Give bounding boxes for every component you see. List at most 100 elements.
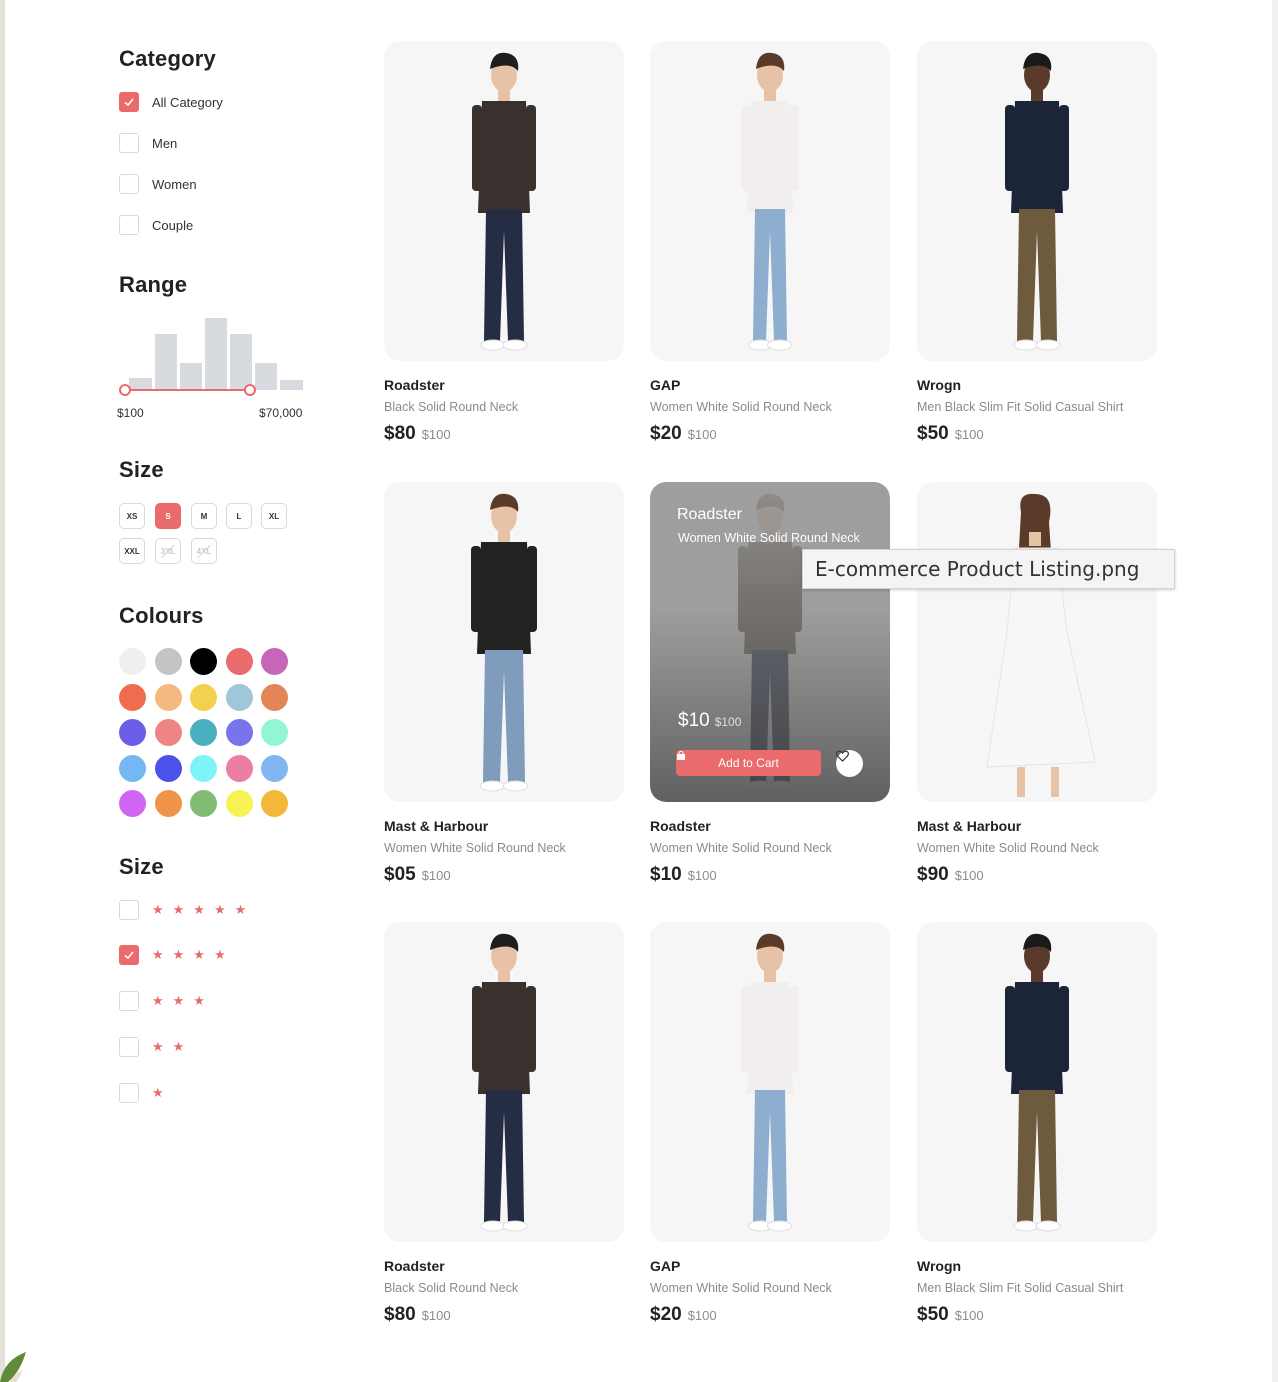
product-card[interactable]: Wrogn Men Black Slim Fit Solid Casual Shi… bbox=[917, 922, 1157, 1325]
star-rating-icons: ★ bbox=[152, 1085, 173, 1100]
colour-swatch[interactable] bbox=[119, 719, 146, 746]
product-card[interactable]: GAP Women White Solid Round Neck $20 $100 bbox=[650, 41, 890, 444]
category-checkbox[interactable] bbox=[119, 174, 139, 194]
rating-option[interactable]: ★★★★★ bbox=[119, 900, 255, 920]
rating-option[interactable]: ★★★★ bbox=[119, 945, 235, 965]
add-to-cart-button[interactable]: Add to Cart bbox=[676, 750, 821, 776]
product-old-price: $100 bbox=[687, 1308, 717, 1323]
product-image[interactable] bbox=[917, 41, 1157, 361]
product-brand[interactable]: Wrogn bbox=[917, 1258, 961, 1274]
rating-title: Size bbox=[119, 854, 164, 879]
product-image[interactable] bbox=[384, 41, 624, 361]
product-card[interactable]: Roadster Black Solid Round Neck $80 $100 bbox=[384, 41, 624, 444]
colour-swatch[interactable] bbox=[154, 719, 182, 746]
rating-checkbox[interactable] bbox=[119, 1083, 139, 1103]
product-card[interactable]: GAP Women White Solid Round Neck $20 $100 bbox=[650, 922, 890, 1325]
size-option[interactable]: XL bbox=[261, 503, 287, 529]
star-rating-icons: ★★ bbox=[152, 1039, 194, 1054]
size-option[interactable]: L bbox=[226, 503, 252, 529]
category-label: Men bbox=[152, 135, 178, 151]
price-row: $50 $100 bbox=[917, 1304, 984, 1326]
product-card[interactable]: Roadster Women White Solid Round Neck $1… bbox=[650, 482, 890, 885]
product-brand[interactable]: Wrogn bbox=[917, 377, 961, 393]
product-description: Men Black Slim Fit Solid Casual Shirt bbox=[917, 400, 1124, 414]
product-card[interactable]: Wrogn Men Black Slim Fit Solid Casual Shi… bbox=[917, 41, 1157, 444]
price-row: $10 $100 bbox=[650, 864, 717, 886]
product-image[interactable] bbox=[650, 41, 890, 361]
wishlist-button[interactable] bbox=[836, 750, 863, 777]
size-option[interactable]: S bbox=[155, 503, 181, 529]
rating-option[interactable]: ★★★ bbox=[119, 991, 214, 1011]
product-brand[interactable]: GAP bbox=[650, 1258, 680, 1274]
category-checkbox[interactable] bbox=[119, 215, 139, 235]
colour-swatch[interactable] bbox=[225, 683, 253, 711]
rating-checkbox[interactable] bbox=[119, 900, 139, 920]
product-image[interactable] bbox=[917, 922, 1157, 1242]
product-image[interactable] bbox=[384, 482, 624, 802]
product-brand[interactable]: Roadster bbox=[384, 1258, 445, 1274]
product-old-price: $100 bbox=[954, 868, 984, 883]
product-brand[interactable]: Roadster bbox=[650, 818, 711, 834]
heart-icon bbox=[836, 750, 849, 762]
category-option[interactable]: All Category bbox=[119, 92, 223, 112]
category-option[interactable]: Couple bbox=[119, 215, 193, 235]
category-option[interactable]: Men bbox=[119, 133, 177, 153]
product-price: $80 bbox=[384, 423, 416, 444]
colour-swatch[interactable] bbox=[225, 754, 253, 782]
colour-swatch[interactable] bbox=[261, 790, 288, 817]
colour-swatch[interactable] bbox=[261, 754, 288, 782]
category-checkbox[interactable] bbox=[119, 133, 139, 153]
rating-option[interactable]: ★★ bbox=[119, 1037, 193, 1057]
product-description: Women White Solid Round Neck bbox=[650, 400, 832, 414]
size-option[interactable]: M bbox=[191, 503, 217, 529]
size-option[interactable]: XXL bbox=[119, 538, 145, 564]
product-old-price: $100 bbox=[421, 1308, 451, 1323]
colour-swatch[interactable] bbox=[119, 754, 146, 782]
colour-swatch[interactable] bbox=[154, 648, 182, 675]
product-description: Women White Solid Round Neck bbox=[917, 841, 1099, 855]
product-card[interactable]: Mast & Harbour Women White Solid Round Ne… bbox=[917, 482, 1157, 885]
colour-swatch[interactable] bbox=[154, 683, 182, 711]
colour-swatch[interactable] bbox=[119, 648, 146, 675]
star-rating-icons: ★★★★ bbox=[152, 947, 235, 962]
size-option[interactable]: 3XL bbox=[155, 538, 181, 564]
product-image[interactable] bbox=[384, 922, 624, 1242]
range-max-handle[interactable] bbox=[244, 384, 256, 396]
product-image[interactable]: Roadster Women White Solid Round Neck $1… bbox=[650, 482, 890, 802]
product-price: $90 bbox=[917, 864, 949, 885]
colour-swatch[interactable] bbox=[225, 719, 253, 746]
size-option[interactable]: XS bbox=[119, 503, 145, 529]
colour-swatch[interactable] bbox=[190, 719, 217, 746]
colour-swatch[interactable] bbox=[119, 790, 146, 817]
product-brand[interactable]: GAP bbox=[650, 377, 680, 393]
product-card[interactable]: Roadster Black Solid Round Neck $80 $100 bbox=[384, 922, 624, 1325]
rating-checkbox[interactable] bbox=[119, 945, 139, 965]
range-min-handle[interactable] bbox=[119, 384, 131, 396]
category-checkbox[interactable] bbox=[119, 92, 139, 112]
colour-swatch[interactable] bbox=[190, 790, 217, 817]
colour-swatch[interactable] bbox=[225, 648, 253, 675]
colour-swatch[interactable] bbox=[119, 683, 146, 711]
category-option[interactable]: Women bbox=[119, 174, 197, 194]
product-brand[interactable]: Mast & Harbour bbox=[917, 818, 1021, 834]
product-brand[interactable]: Mast & Harbour bbox=[384, 818, 488, 834]
colour-swatch[interactable] bbox=[190, 754, 217, 782]
colour-swatch[interactable] bbox=[261, 719, 288, 746]
size-option[interactable]: 4XL bbox=[191, 538, 217, 564]
colour-swatch[interactable] bbox=[154, 790, 182, 817]
size-title: Size bbox=[119, 457, 164, 482]
rating-option[interactable]: ★ bbox=[119, 1083, 173, 1103]
product-card[interactable]: Mast & Harbour Women White Solid Round Ne… bbox=[384, 482, 624, 885]
product-image[interactable] bbox=[917, 482, 1157, 802]
colour-swatch[interactable] bbox=[261, 648, 288, 675]
product-price: $20 bbox=[650, 423, 682, 444]
product-image[interactable] bbox=[650, 922, 890, 1242]
colour-swatch[interactable] bbox=[190, 683, 217, 711]
colour-swatch[interactable] bbox=[154, 754, 182, 782]
colour-swatch[interactable] bbox=[261, 683, 288, 711]
rating-checkbox[interactable] bbox=[119, 991, 139, 1011]
product-brand[interactable]: Roadster bbox=[384, 377, 445, 393]
colour-swatch[interactable] bbox=[190, 648, 217, 675]
rating-checkbox[interactable] bbox=[119, 1037, 139, 1057]
colour-swatch[interactable] bbox=[225, 790, 253, 817]
